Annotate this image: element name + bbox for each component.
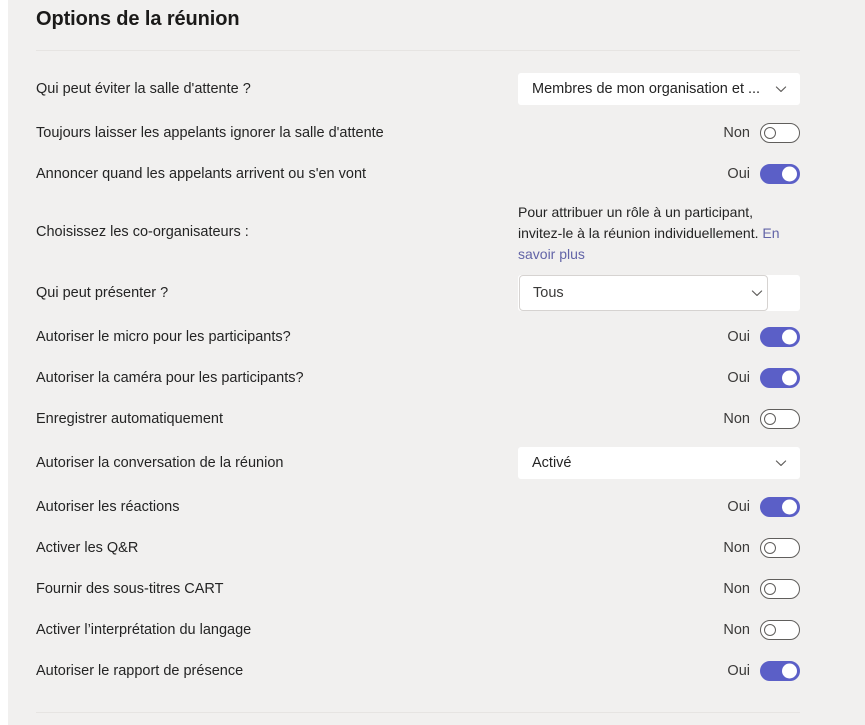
- option-row-allow-mic: Autoriser le micro pour les participants…: [36, 324, 800, 350]
- toggle-switch-announce-callers[interactable]: [760, 164, 800, 184]
- option-row-announce-callers: Annoncer quand les appelants arrivent ou…: [36, 161, 800, 187]
- toggle-state-label-always-let-callers-bypass: Non: [723, 125, 750, 141]
- option-row-language-interpretation: Activer l’interprétation du langage Non: [36, 617, 800, 643]
- option-label-allow-camera: Autoriser la caméra pour les participant…: [36, 370, 304, 386]
- dropdown-chevron-holder: [750, 275, 764, 311]
- option-row-allow-reactions: Autoriser les réactions Oui: [36, 494, 800, 520]
- toggle-knob: [764, 413, 776, 425]
- chevron-down-icon: [775, 460, 787, 466]
- option-label-enable-qa: Activer les Q&R: [36, 540, 139, 556]
- toggle-knob: [782, 370, 797, 386]
- toggle-knob: [782, 499, 797, 515]
- option-label-attendance-report: Autoriser le rapport de présence: [36, 663, 244, 679]
- toggle-state-label-attendance-report: Oui: [727, 663, 750, 679]
- toggle-group-enable-qa: Non: [723, 538, 800, 558]
- toggle-group-cart-captions: Non: [723, 579, 800, 599]
- toggle-group-record-automatically: Non: [723, 409, 800, 429]
- toggle-switch-language-interpretation[interactable]: [760, 620, 800, 640]
- co-organizers-help-text: Pour attribuer un rôle à un participant,…: [518, 202, 800, 265]
- toggle-knob: [764, 583, 776, 595]
- option-label-record-automatically: Enregistrer automatiquement: [36, 411, 223, 427]
- option-label-allow-meeting-chat: Autoriser la conversation de la réunion: [36, 455, 284, 471]
- toggle-knob: [782, 329, 797, 345]
- divider-bottom: [36, 712, 800, 713]
- toggle-group-attendance-report: Oui: [727, 661, 800, 681]
- toggle-knob: [764, 542, 776, 554]
- option-label-language-interpretation: Activer l’interprétation du langage: [36, 622, 252, 638]
- dropdown-inner-who-can-present: Tous: [519, 275, 768, 311]
- toggle-group-announce-callers: Oui: [727, 164, 800, 184]
- toggle-state-label-allow-camera: Oui: [727, 370, 750, 386]
- dropdown-bypass-lobby[interactable]: Membres de mon organisation et ...: [518, 73, 800, 105]
- toggle-knob: [782, 663, 797, 679]
- dropdown-value-allow-meeting-chat: Activé: [532, 455, 572, 471]
- toggle-group-allow-mic: Oui: [727, 327, 800, 347]
- dropdown-value-who-can-present: Tous: [533, 285, 564, 301]
- option-label-always-let-callers-bypass: Toujours laisser les appelants ignorer l…: [36, 125, 384, 141]
- option-row-allow-meeting-chat: Autoriser la conversation de la réunion A…: [36, 447, 800, 479]
- toggle-state-label-record-automatically: Non: [723, 411, 750, 427]
- option-row-attendance-report: Autoriser le rapport de présence Oui: [36, 658, 800, 684]
- toggle-switch-record-automatically[interactable]: [760, 409, 800, 429]
- chevron-down-icon: [775, 86, 787, 92]
- toggle-switch-allow-mic[interactable]: [760, 327, 800, 347]
- dropdown-allow-meeting-chat[interactable]: Activé: [518, 447, 800, 479]
- toggle-state-label-cart-captions: Non: [723, 581, 750, 597]
- toggle-switch-allow-camera[interactable]: [760, 368, 800, 388]
- toggle-switch-attendance-report[interactable]: [760, 661, 800, 681]
- divider-top: [36, 50, 800, 51]
- toggle-state-label-announce-callers: Oui: [727, 166, 750, 182]
- chevron-down-icon: [751, 290, 763, 296]
- option-label-bypass-lobby: Qui peut éviter la salle d'attente ?: [36, 81, 251, 97]
- option-row-record-automatically: Enregistrer automatiquement Non: [36, 406, 800, 432]
- help-text-body: Pour attribuer un rôle à un participant,…: [518, 204, 763, 241]
- toggle-knob: [782, 166, 797, 182]
- toggle-group-language-interpretation: Non: [723, 620, 800, 640]
- option-row-cart-captions: Fournir des sous-titres CART Non: [36, 576, 800, 602]
- toggle-group-always-let-callers-bypass: Non: [723, 123, 800, 143]
- toggle-state-label-allow-reactions: Oui: [727, 499, 750, 515]
- toggle-switch-always-let-callers-bypass[interactable]: [760, 123, 800, 143]
- toggle-switch-enable-qa[interactable]: [760, 538, 800, 558]
- option-row-bypass-lobby: Qui peut éviter la salle d'attente ? Memb…: [36, 73, 800, 105]
- option-row-always-let-callers-bypass: Toujours laisser les appelants ignorer l…: [36, 120, 800, 146]
- option-label-allow-reactions: Autoriser les réactions: [36, 499, 180, 515]
- dropdown-value-bypass-lobby: Membres de mon organisation et ...: [532, 81, 761, 97]
- option-label-choose-co-organizers: Choisissez les co-organisateurs :: [36, 224, 249, 240]
- option-label-cart-captions: Fournir des sous-titres CART: [36, 581, 224, 597]
- option-row-allow-camera: Autoriser la caméra pour les participant…: [36, 365, 800, 391]
- option-label-allow-mic: Autoriser le micro pour les participants…: [36, 329, 291, 345]
- toggle-state-label-allow-mic: Oui: [727, 329, 750, 345]
- meeting-options-page: Options de la réunion Qui peut éviter la…: [0, 0, 865, 725]
- toggle-knob: [764, 127, 776, 139]
- option-row-choose-co-organizers: Choisissez les co-organisateurs : Pour at…: [36, 202, 800, 262]
- toggle-switch-cart-captions[interactable]: [760, 579, 800, 599]
- toggle-state-label-language-interpretation: Non: [723, 622, 750, 638]
- option-label-who-can-present: Qui peut présenter ?: [36, 285, 169, 301]
- toggle-state-label-enable-qa: Non: [723, 540, 750, 556]
- option-label-announce-callers: Annoncer quand les appelants arrivent ou…: [36, 166, 367, 182]
- option-row-who-can-present: Qui peut présenter ? Tous: [36, 275, 800, 311]
- toggle-knob: [764, 624, 776, 636]
- option-row-enable-qa: Activer les Q&R Non: [36, 535, 800, 561]
- toggle-group-allow-reactions: Oui: [727, 497, 800, 517]
- page-title: Options de la réunion: [36, 8, 240, 30]
- dropdown-who-can-present[interactable]: Tous: [518, 275, 800, 311]
- toggle-switch-allow-reactions[interactable]: [760, 497, 800, 517]
- toggle-group-allow-camera: Oui: [727, 368, 800, 388]
